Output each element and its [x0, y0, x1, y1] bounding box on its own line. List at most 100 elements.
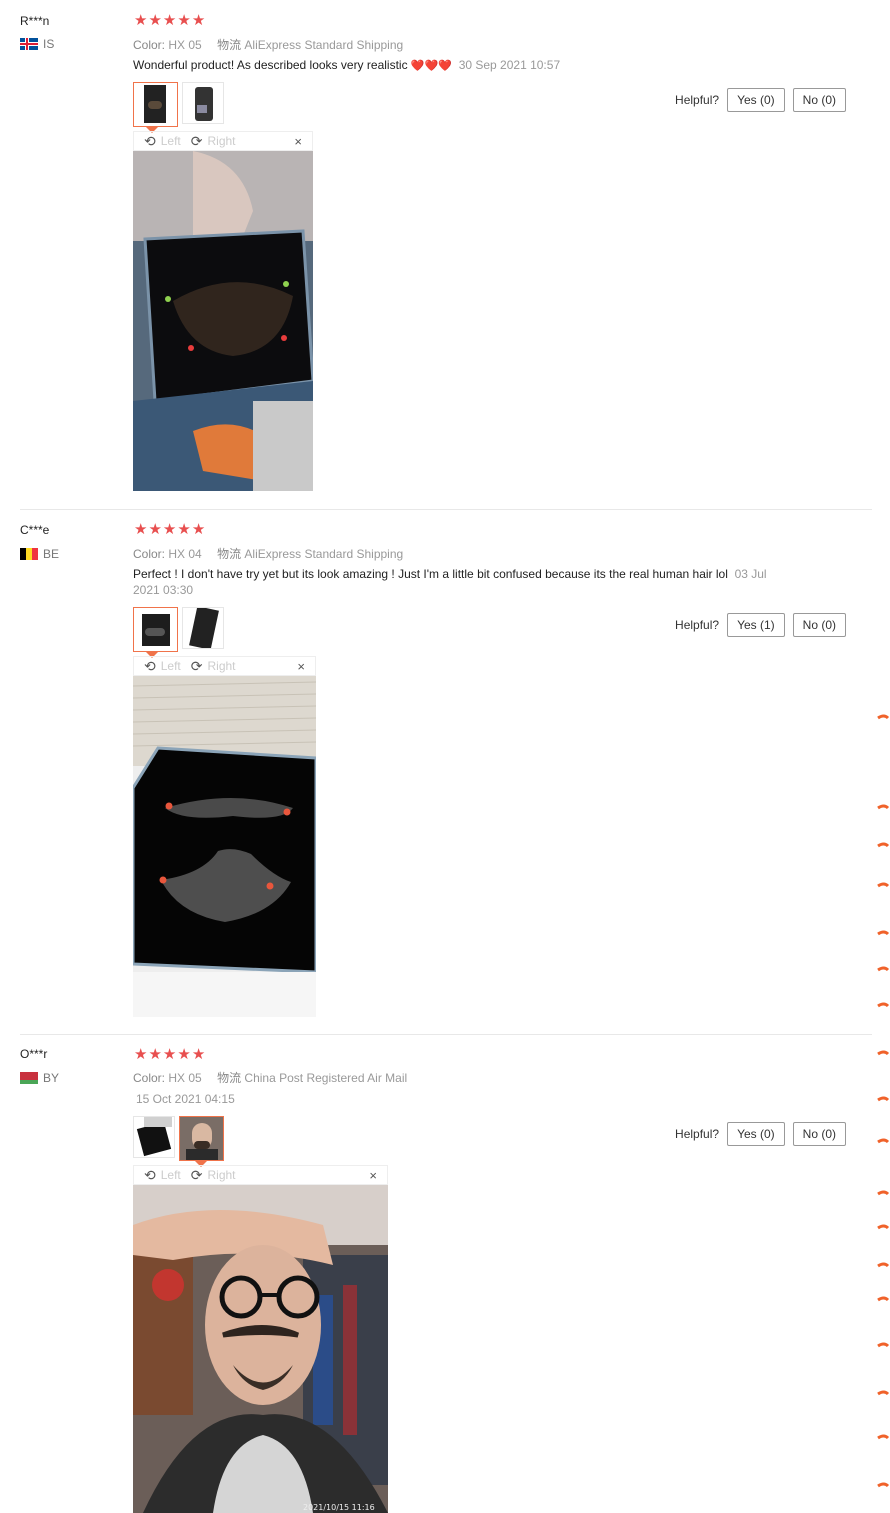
photo-thumbnail[interactable]: [182, 607, 224, 649]
star-icon: ★: [134, 1046, 148, 1063]
rotate-right-icon: ⟳: [190, 132, 203, 149]
rotate-left-icon: ⟲: [144, 132, 156, 149]
logistics-value: AliExpress Standard Shipping: [244, 547, 404, 561]
star-icon: ★: [162, 12, 177, 29]
rotate-left-icon: ⟲: [144, 1166, 156, 1183]
rotate-right-button[interactable]: ⟳ Right: [191, 1167, 236, 1184]
photo-thumbnails: [133, 82, 224, 127]
rotate-left-button[interactable]: ⟲ Left: [144, 658, 181, 675]
star-icon: ★: [191, 12, 206, 29]
star-icon: ★: [191, 521, 206, 538]
star-icon: ★: [134, 521, 148, 538]
rotate-right-icon: ⟳: [190, 657, 203, 674]
logistics-key: 物流: [217, 547, 242, 561]
helpful-no-button[interactable]: No (0): [792, 613, 846, 637]
review-divider: [20, 1034, 872, 1035]
photo-thumbnail[interactable]: [182, 82, 224, 124]
country-code: IS: [43, 37, 55, 51]
reviewer-country: BE: [20, 547, 59, 561]
star-icon: ★: [177, 12, 191, 29]
helpful-no-button[interactable]: No (0): [792, 1122, 846, 1146]
review-photo: [133, 151, 313, 491]
review-text-block: Perfect ! I don't have try yet but its l…: [133, 566, 793, 598]
review-text: Wonderful product! As described looks ve…: [133, 58, 408, 72]
color-value: HX 05: [168, 38, 202, 52]
star-icon: ★: [134, 12, 148, 29]
logistics-value: AliExpress Standard Shipping: [244, 38, 404, 52]
photo-viewer-toolbar: ⟲ Left ⟳ Right ×: [133, 131, 313, 151]
photo-thumbnail[interactable]: [179, 1116, 224, 1161]
review-text-block: 15 Oct 2021 04:15: [136, 1091, 796, 1107]
review-photo: 2021/10/15 11:16: [133, 1185, 388, 1513]
reviewer-country: BY: [20, 1071, 59, 1085]
star-icon: ★: [148, 12, 162, 29]
reviewer-name: R***n: [20, 14, 50, 28]
country-code: BY: [43, 1071, 60, 1085]
rating-stars: ★ ★ ★ ★ ★: [134, 1046, 206, 1063]
photo-beard-box: [133, 676, 316, 1017]
close-icon[interactable]: ×: [369, 1168, 377, 1183]
torn-edge-decoration: [877, 714, 890, 1488]
photo-selfie: 2021/10/15 11:16: [133, 1185, 388, 1513]
star-icon: ★: [177, 521, 191, 538]
rotate-left-button[interactable]: ⟲ Left: [144, 133, 181, 150]
review-meta: Color: HX 05 物流 AliExpress Standard Ship…: [133, 36, 415, 53]
photo-thumbnail[interactable]: [133, 82, 178, 127]
helpful-yes-button[interactable]: Yes (0): [727, 88, 785, 112]
helpful-no-button[interactable]: No (0): [792, 88, 846, 112]
helpful-votes: Helpful? Yes (0) No (0): [675, 88, 846, 112]
helpful-label: Helpful?: [675, 93, 720, 107]
star-icon: ★: [162, 1046, 177, 1063]
photo-thumbnail[interactable]: [133, 1116, 175, 1158]
helpful-votes: Helpful? Yes (1) No (0): [675, 613, 846, 637]
photo-viewer-toolbar: ⟲ Left ⟳ Right ×: [133, 656, 316, 676]
reviewer-name: O***r: [20, 1047, 48, 1061]
belgium-flag-icon: [20, 548, 38, 560]
review-meta: Color: HX 05 物流 China Post Registered Ai…: [133, 1069, 419, 1086]
reviewer-country: IS: [20, 37, 54, 51]
star-icon: ★: [162, 521, 177, 538]
review-photo: [133, 676, 316, 1017]
helpful-yes-button[interactable]: Yes (0): [727, 1122, 785, 1146]
rotate-left-icon: ⟲: [144, 657, 156, 674]
reviewer-name: C***e: [20, 523, 50, 537]
review-text-block: Wonderful product! As described looks ve…: [133, 57, 793, 74]
star-icon: ★: [177, 1046, 191, 1063]
review-date: 30 Sep 2021 10:57: [458, 58, 561, 72]
color-value: HX 04: [168, 547, 202, 561]
belarus-flag-icon: [20, 1072, 38, 1084]
helpful-yes-button[interactable]: Yes (1): [727, 613, 785, 637]
star-icon: ★: [148, 1046, 162, 1063]
rotate-left-button[interactable]: ⟲ Left: [144, 1167, 181, 1184]
heart-emoji: ❤️❤️❤️: [410, 60, 453, 72]
helpful-votes: Helpful? Yes (0) No (0): [675, 1122, 846, 1146]
close-icon[interactable]: ×: [294, 134, 302, 149]
review-text: Perfect ! I don't have try yet but its l…: [133, 567, 728, 581]
logistics-value: China Post Registered Air Mail: [244, 1071, 408, 1085]
photo-thumbnail[interactable]: [133, 607, 178, 652]
logistics-key: 物流: [217, 1071, 242, 1085]
rotate-right-button[interactable]: ⟳ Right: [191, 658, 236, 675]
color-key: Color:: [133, 38, 166, 52]
color-value: HX 05: [168, 1071, 202, 1085]
color-key: Color:: [133, 547, 166, 561]
rotate-right-button[interactable]: ⟳ Right: [191, 133, 236, 150]
logistics-key: 物流: [217, 38, 242, 52]
helpful-label: Helpful?: [675, 1127, 720, 1141]
helpful-label: Helpful?: [675, 618, 720, 632]
photo-beard-box: [133, 151, 313, 491]
close-icon[interactable]: ×: [297, 659, 305, 674]
photo-thumbnails: [133, 1116, 224, 1161]
rotate-right-icon: ⟳: [190, 1166, 203, 1183]
photo-thumbnails: [133, 607, 224, 652]
star-icon: ★: [191, 1046, 206, 1063]
photo-timestamp: 2021/10/15 11:16: [303, 1503, 375, 1512]
star-icon: ★: [148, 521, 162, 538]
photo-viewer-toolbar: ⟲ Left ⟳ Right ×: [133, 1165, 388, 1185]
iceland-flag-icon: [20, 38, 38, 50]
review-date: 15 Oct 2021 04:15: [136, 1092, 235, 1106]
review-meta: Color: HX 04 物流 AliExpress Standard Ship…: [133, 545, 415, 562]
rating-stars: ★ ★ ★ ★ ★: [134, 521, 206, 538]
color-key: Color:: [133, 1071, 166, 1085]
review-divider: [20, 509, 872, 510]
